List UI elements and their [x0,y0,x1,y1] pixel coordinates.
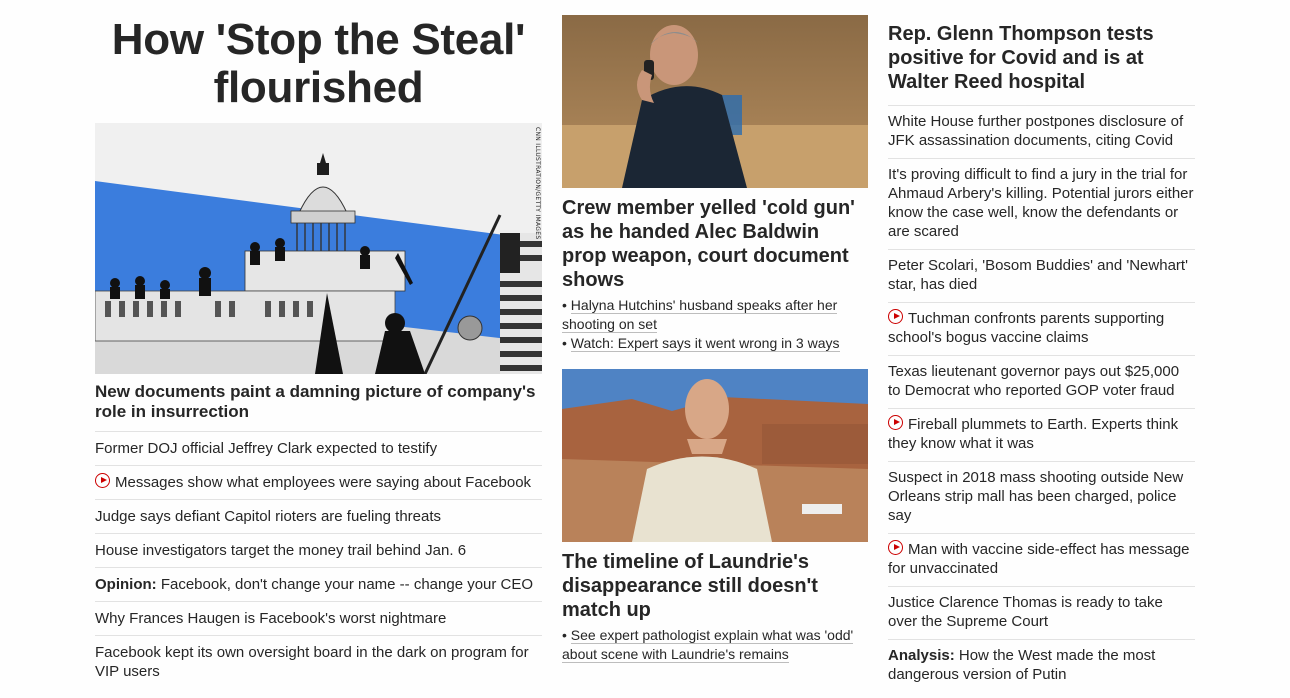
baldwin-image [562,15,868,188]
top-stories-column: Rep. Glenn Thompson tests positive for C… [888,0,1195,692]
story-link[interactable]: Texas lieutenant governor pays out $25,0… [888,363,1179,399]
list-item[interactable]: Judge says defiant Capitol rioters are f… [95,500,542,534]
list-item[interactable]: It's proving difficult to find a jury in… [888,159,1195,250]
play-video-icon [888,309,903,324]
play-video-icon [95,473,110,488]
story-link[interactable]: Suspect in 2018 mass shooting outside Ne… [888,469,1183,524]
list-item[interactable]: Tuchman confronts parents supporting sch… [888,303,1195,356]
top-stories-list: White House further postpones disclosure… [888,106,1195,692]
list-item[interactable]: Why Frances Haugen is Facebook's worst n… [95,602,542,636]
list-item[interactable]: Suspect in 2018 mass shooting outside Ne… [888,462,1195,534]
laundrie-image [562,369,868,542]
related-stories-list: Former DOJ official Jeffrey Clark expect… [95,432,542,688]
list-item[interactable]: Opinion: Facebook, don't change your nam… [95,568,542,602]
list-item[interactable]: Former DOJ official Jeffrey Clark expect… [95,432,542,466]
story-link[interactable]: Facebook, don't change your name -- chan… [157,576,533,593]
image-credit: CNN ILLUSTRATION/GETTY IMAGES [534,127,541,240]
featured-title[interactable]: How 'Stop the Steal' flourished [95,15,542,123]
related-link-item: • Watch: Expert says it went wrong in 3 … [562,335,840,352]
story-link[interactable]: Peter Scolari, 'Bosom Buddies' and 'Newh… [888,257,1188,293]
play-video-icon [888,415,903,430]
laundrie-related-links: • See expert pathologist explain what wa… [562,626,868,664]
story-link[interactable]: Justice Clarence Thomas is ready to take… [888,594,1163,630]
list-item[interactable]: White House further postpones disclosure… [888,106,1195,159]
list-item[interactable]: Fireball plummets to Earth. Experts thin… [888,409,1195,462]
top-story-headline[interactable]: Rep. Glenn Thompson tests positive for C… [888,22,1195,106]
story-link[interactable]: Tuchman confronts parents supporting sch… [888,310,1164,346]
list-item[interactable]: House investigators target the money tra… [95,534,542,568]
analysis-label: Analysis: [888,647,955,664]
related-link-item: • Halyna Hutchins' husband speaks after … [562,297,838,333]
laundrie-headline[interactable]: The timeline of Laundrie's disappearance… [562,542,868,622]
baldwin-headline[interactable]: Crew member yelled 'cold gun' as he hand… [562,188,868,292]
capitol-illustration [95,123,542,374]
list-item[interactable]: Peter Scolari, 'Bosom Buddies' and 'Newh… [888,250,1195,303]
related-link[interactable]: Halyna Hutchins' husband speaks after he… [562,297,838,333]
story-link[interactable]: Why Frances Haugen is Facebook's worst n… [95,610,446,627]
story-link[interactable]: Messages show what employees were saying… [115,474,531,491]
baldwin-related-links: • Halyna Hutchins' husband speaks after … [562,296,868,353]
story-link[interactable]: House investigators target the money tra… [95,542,466,559]
featured-column: How 'Stop the Steal' flourished CNN ILLU… [95,0,542,688]
list-item[interactable]: Man with vaccine side-effect has message… [888,534,1195,587]
lead-headline[interactable]: New documents paint a damning picture of… [95,374,542,432]
story-link[interactable]: Facebook kept its own oversight board in… [95,644,529,680]
middle-column: Crew member yelled 'cold gun' as he hand… [562,0,868,664]
story-link[interactable]: White House further postpones disclosure… [888,113,1183,149]
story-link[interactable]: Former DOJ official Jeffrey Clark expect… [95,440,437,457]
play-video-icon [888,540,903,555]
baldwin-photo[interactable] [562,15,868,188]
list-item[interactable]: Texas lieutenant governor pays out $25,0… [888,356,1195,409]
list-item[interactable]: Justice Clarence Thomas is ready to take… [888,587,1195,640]
list-item[interactable]: Messages show what employees were saying… [95,466,542,500]
related-link-item: • See expert pathologist explain what wa… [562,627,854,663]
list-item[interactable]: Facebook kept its own oversight board in… [95,636,542,688]
story-link[interactable]: It's proving difficult to find a jury in… [888,166,1194,240]
featured-image[interactable]: CNN ILLUSTRATION/GETTY IMAGES [95,123,542,374]
related-link[interactable]: Watch: Expert says it went wrong in 3 wa… [570,335,840,352]
list-item[interactable]: Analysis: How the West made the most dan… [888,640,1195,692]
laundrie-photo[interactable] [562,369,868,542]
laundrie-story: The timeline of Laundrie's disappearance… [562,369,868,664]
related-link[interactable]: See expert pathologist explain what was … [562,627,854,663]
story-link[interactable]: Fireball plummets to Earth. Experts thin… [888,416,1178,452]
opinion-label: Opinion: [95,576,157,593]
story-link[interactable]: Judge says defiant Capitol rioters are f… [95,508,441,525]
story-link[interactable]: Man with vaccine side-effect has message… [888,541,1190,577]
